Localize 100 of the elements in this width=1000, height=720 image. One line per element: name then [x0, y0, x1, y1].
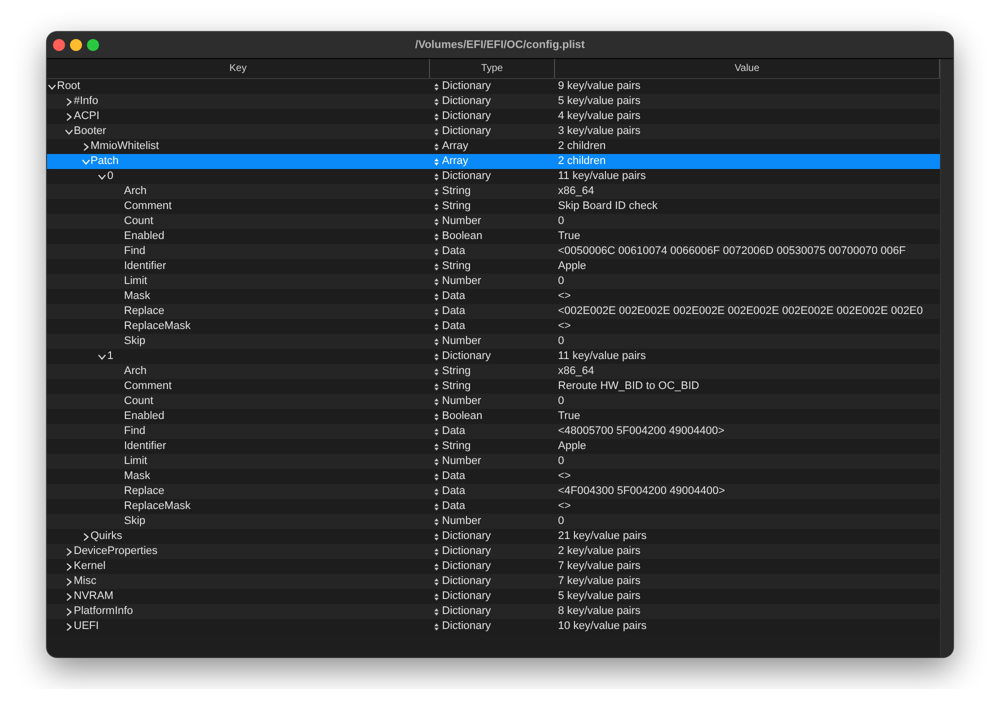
value-label: 11 key/value pairs — [558, 170, 646, 182]
type-popup[interactable]: Data — [434, 319, 466, 334]
chevron-right-icon[interactable] — [64, 112, 73, 120]
tree-row[interactable]: #Info Dictionary 5 key/value pairs — [47, 94, 940, 109]
type-popup[interactable]: Dictionary — [434, 94, 491, 109]
value-label: 5 key/value pairs — [558, 95, 641, 107]
type-popup[interactable]: Data — [434, 304, 466, 319]
type-popup[interactable]: Dictionary — [434, 529, 491, 544]
chevron-right-icon[interactable] — [82, 142, 90, 150]
chevron-right-icon[interactable] — [64, 608, 73, 616]
chevron-right-icon[interactable] — [64, 592, 73, 600]
tree-row[interactable]: Find Data <0050006C 00610074 0066006F 0072006D 00530075 00700070 006F — [47, 244, 940, 259]
type-popup[interactable]: Dictionary — [434, 544, 491, 559]
type-popup[interactable]: Array — [434, 154, 468, 169]
chevron-right-icon[interactable] — [64, 548, 73, 556]
type-popup[interactable]: Number — [434, 394, 482, 409]
stepper-icon — [434, 292, 439, 300]
type-popup[interactable]: String — [434, 364, 471, 379]
chevron-right-icon[interactable] — [64, 562, 73, 570]
type-popup[interactable]: Dictionary — [434, 604, 491, 619]
type-popup[interactable]: Dictionary — [434, 589, 491, 604]
chevron-down-icon[interactable] — [48, 82, 56, 90]
tree-row[interactable]: Skip Number 0 — [47, 334, 940, 349]
value-label: 0 — [558, 455, 564, 467]
tree-row[interactable]: Arch String x86_64 — [47, 364, 940, 379]
zoom-button[interactable] — [87, 39, 99, 51]
window-title: /Volumes/EFI/EFI/OC/config.plist — [415, 38, 585, 53]
type-popup[interactable]: String — [434, 184, 471, 199]
value-label: 0 — [558, 215, 564, 227]
type-popup[interactable]: Dictionary — [434, 79, 491, 94]
tree-row[interactable]: Count Number 0 — [47, 214, 940, 229]
type-popup[interactable]: Dictionary — [434, 619, 491, 634]
value-label: 7 key/value pairs — [558, 575, 641, 587]
tree-row[interactable]: Replace Data <4F004300 5F004200 49004400> — [47, 484, 940, 499]
key-label: Patch — [90, 154, 119, 169]
type-popup[interactable]: Number — [434, 214, 482, 229]
type-popup[interactable]: Dictionary — [434, 574, 491, 589]
chevron-right-icon[interactable] — [82, 532, 90, 540]
value-label: <0050006C 00610074 0066006F 0072006D 00530075 00700070 006F — [558, 245, 906, 257]
type-popup[interactable]: String — [434, 379, 471, 394]
tree-row[interactable]: Patch Array 2 children — [47, 154, 940, 169]
type-popup[interactable]: Number — [434, 514, 482, 529]
type-popup[interactable]: Data — [434, 499, 466, 514]
type-popup[interactable]: Data — [434, 244, 466, 259]
tree-row[interactable]: Limit Number 0 — [47, 274, 940, 289]
stepper-icon — [434, 368, 439, 376]
tree-row[interactable]: DeviceProperties Dictionary 2 key/value pairs — [47, 544, 940, 559]
tree-row[interactable]: PlatformInfo Dictionary 8 key/value pairs — [47, 604, 940, 619]
key-label: Replace — [124, 484, 164, 499]
column-header[interactable]: Key — [47, 59, 430, 78]
type-popup[interactable]: String — [434, 259, 471, 274]
stepper-icon — [434, 352, 439, 360]
tree-row[interactable]: Misc Dictionary 7 key/value pairs — [47, 574, 940, 589]
stepper-icon — [434, 218, 439, 226]
column-header[interactable]: Type — [430, 59, 555, 78]
tree-row[interactable]: Limit Number 0 — [47, 454, 940, 469]
tree-row[interactable]: Find Data <48005700 5F004200 49004400> — [47, 424, 940, 439]
stepper-icon — [434, 442, 439, 450]
value-label: x86_64 — [558, 185, 594, 197]
type-popup[interactable]: Data — [434, 484, 466, 499]
type-popup[interactable]: Dictionary — [434, 109, 491, 124]
tree-row[interactable]: Arch String x86_64 — [47, 184, 940, 199]
key-label: Replace — [124, 304, 164, 319]
type-popup[interactable]: String — [434, 199, 471, 214]
chevron-right-icon[interactable] — [64, 98, 73, 106]
close-button[interactable] — [53, 39, 65, 51]
type-popup[interactable]: Data — [434, 424, 466, 439]
type-popup[interactable]: Dictionary — [434, 124, 491, 139]
value-label: <48005700 5F004200 49004400> — [558, 425, 724, 437]
stepper-icon — [434, 308, 439, 316]
tree-row[interactable]: Count Number 0 — [47, 394, 940, 409]
type-popup[interactable]: Number — [434, 454, 482, 469]
key-label: Limit — [124, 454, 148, 469]
type-popup[interactable]: Number — [434, 274, 482, 289]
chevron-down-icon[interactable] — [64, 128, 73, 136]
minimize-button[interactable] — [70, 39, 82, 51]
type-popup[interactable]: String — [434, 439, 471, 454]
type-popup[interactable]: Dictionary — [434, 559, 491, 574]
stepper-icon — [434, 592, 439, 600]
type-popup[interactable]: Dictionary — [434, 349, 491, 364]
type-popup[interactable]: Boolean — [434, 229, 482, 244]
type-popup[interactable]: Boolean — [434, 409, 482, 424]
type-popup[interactable]: Data — [434, 289, 466, 304]
stepper-icon — [434, 382, 439, 390]
tree-row[interactable]: Booter Dictionary 3 key/value pairs — [47, 124, 940, 139]
type-popup[interactable]: Data — [434, 469, 466, 484]
scrollbar-track[interactable] — [940, 59, 953, 657]
stepper-icon — [434, 488, 439, 496]
type-popup[interactable]: Number — [434, 334, 482, 349]
tree-row[interactable]: Skip Number 0 — [47, 514, 940, 529]
value-label: 11 key/value pairs — [558, 350, 646, 362]
tree-row[interactable]: Replace Data <002E002E 002E002E 002E002E 002E002E 002E002E 002E002E 002E0 — [47, 304, 940, 319]
chevron-right-icon[interactable] — [64, 578, 73, 586]
chevron-right-icon[interactable] — [64, 622, 73, 630]
value-label: 0 — [558, 335, 564, 347]
chevron-down-icon[interactable] — [98, 172, 106, 180]
chevron-down-icon[interactable] — [98, 352, 106, 360]
value-label: Reroute HW_BID to OC_BID — [558, 380, 700, 392]
type-popup[interactable]: Array — [434, 139, 468, 154]
type-popup[interactable]: Dictionary — [434, 169, 491, 184]
